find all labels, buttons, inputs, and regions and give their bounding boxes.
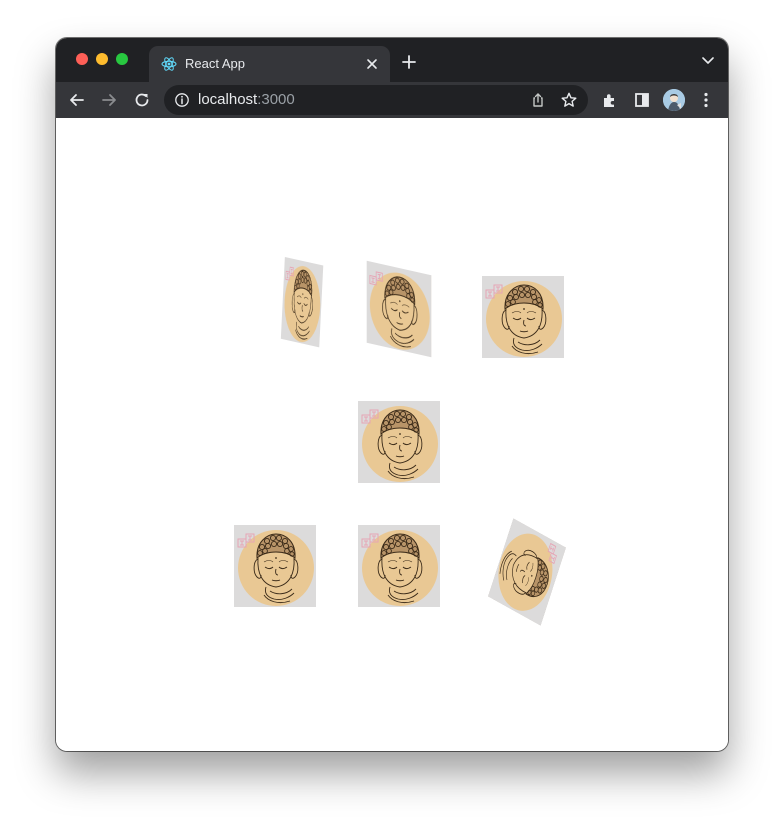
share-icon[interactable] xyxy=(529,91,547,109)
reload-icon[interactable] xyxy=(133,91,151,109)
zoom-window-button[interactable] xyxy=(116,53,128,65)
minimize-window-button[interactable] xyxy=(96,53,108,65)
buddha-image-5 xyxy=(234,525,316,607)
buddha-image-7 xyxy=(488,518,566,626)
buddha-image-3 xyxy=(482,276,564,358)
side-panel-icon[interactable] xyxy=(633,91,651,109)
browser-window: React App localhost:3000 xyxy=(56,38,728,751)
plus-icon[interactable] xyxy=(401,54,417,70)
forward-icon[interactable] xyxy=(100,91,118,109)
toolbar: localhost:3000 xyxy=(56,82,728,118)
url-text: localhost:3000 xyxy=(198,92,295,108)
url-host: localhost xyxy=(198,91,258,108)
back-icon[interactable] xyxy=(68,91,86,109)
react-icon xyxy=(161,57,177,71)
chevron-down-icon[interactable] xyxy=(702,56,714,66)
tab-react-app[interactable]: React App xyxy=(149,46,390,82)
address-bar[interactable]: localhost:3000 xyxy=(164,85,588,115)
tab-title: React App xyxy=(185,56,245,71)
star-icon[interactable] xyxy=(560,91,578,109)
close-icon[interactable] xyxy=(364,56,380,72)
tab-bar: React App xyxy=(56,38,728,82)
info-icon[interactable] xyxy=(174,92,190,108)
avatar[interactable] xyxy=(663,89,685,111)
buddha-image-4 xyxy=(358,401,440,483)
buddha-image-1 xyxy=(280,256,324,348)
extensions-icon[interactable] xyxy=(601,91,619,109)
avatar-image xyxy=(663,89,685,111)
buddha-image-2 xyxy=(366,260,432,358)
more-icon[interactable] xyxy=(697,91,715,109)
url-port: :3000 xyxy=(257,91,295,108)
close-window-button[interactable] xyxy=(76,53,88,65)
page-content xyxy=(56,118,728,751)
buddha-image-6 xyxy=(358,525,440,607)
